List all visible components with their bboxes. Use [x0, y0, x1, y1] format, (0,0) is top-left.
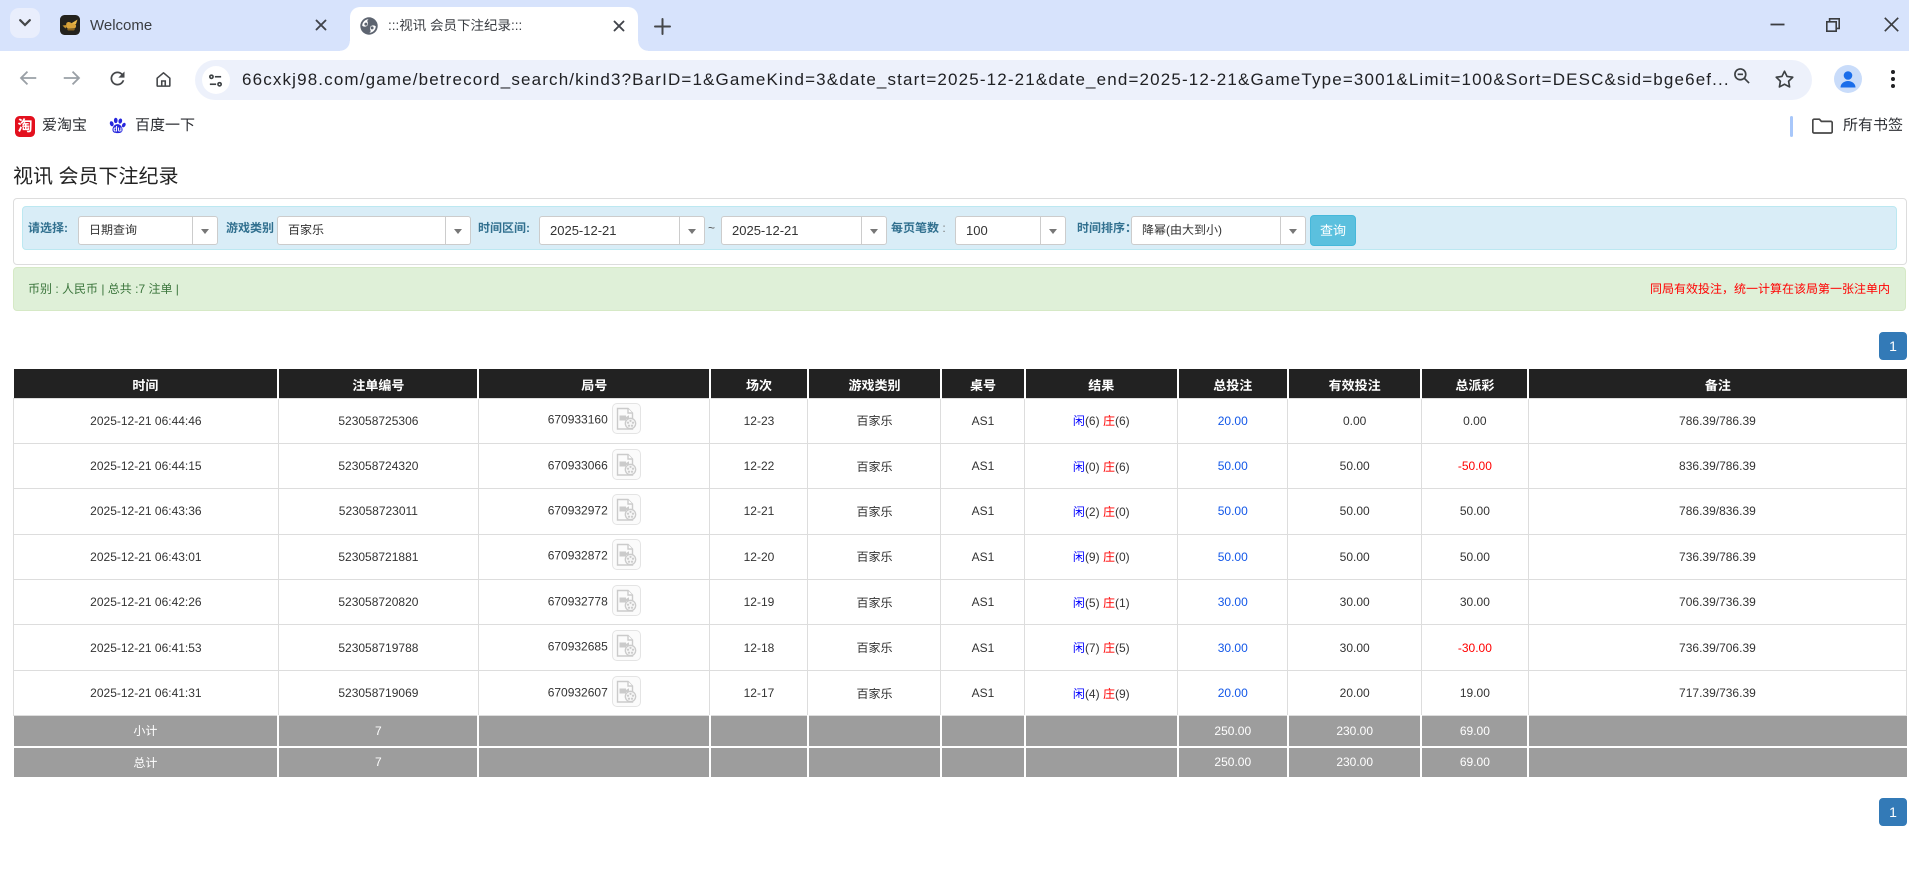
svg-text:du: du — [113, 126, 122, 133]
